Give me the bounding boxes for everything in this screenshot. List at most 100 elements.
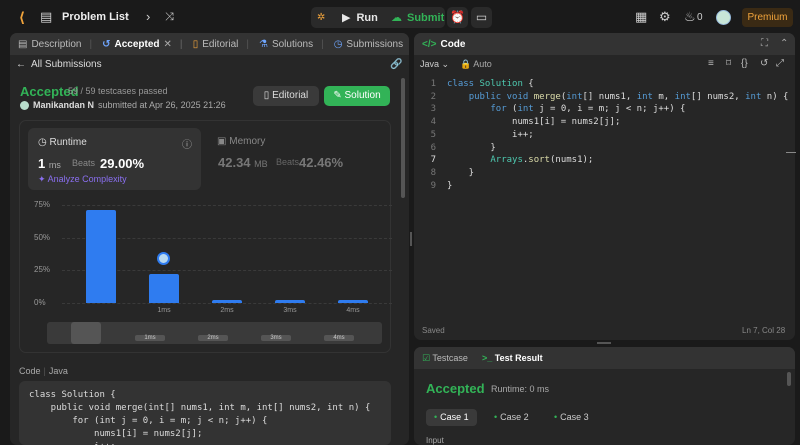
gridline — [62, 303, 392, 304]
streak-count: 0 — [697, 12, 703, 23]
result-panel-scrollbar[interactable] — [787, 372, 791, 386]
collapse-icon[interactable]: ⌃ — [780, 38, 788, 49]
fullscreen-icon[interactable]: ⤢ — [776, 58, 784, 69]
case-tab-1[interactable]: • Case 1 — [426, 409, 477, 426]
author-name[interactable]: Manikandan N — [33, 100, 94, 110]
line-number: 7 — [430, 155, 436, 166]
reset-icon[interactable]: ↺ — [760, 58, 768, 69]
timer-icon[interactable]: ⏰ — [447, 7, 468, 28]
runtime-beats-label: Beats — [72, 158, 96, 168]
streak-fire-icon[interactable]: ♨ — [684, 9, 696, 25]
editor-tab-title[interactable]: Code — [440, 39, 465, 50]
case-tab-3[interactable]: • Case 3 — [546, 409, 597, 426]
tab-test-result[interactable]: >_ Test Result — [482, 353, 543, 363]
grid-menu-icon[interactable]: ▦ — [635, 9, 647, 25]
braces-icon[interactable]: {} — [741, 58, 748, 69]
tab-accepted[interactable]: ↺ Accepted ✕ | — [102, 39, 189, 50]
test-result-panel: ☑ Testcase >_ Test Result Accepted Runti… — [414, 347, 795, 445]
arrow-left-icon: ← — [16, 59, 26, 70]
case-tab-2[interactable]: • Case 2 — [486, 409, 537, 426]
run-label: Run — [356, 11, 378, 24]
auto-mode-label: Auto — [473, 59, 492, 69]
chart-bar[interactable] — [275, 300, 305, 303]
editorial-button[interactable]: ▯ Editorial — [253, 86, 319, 106]
scrubber-label: 2ms — [198, 335, 228, 341]
solution-button[interactable]: ✎ Solution — [324, 86, 390, 106]
line-number: 6 — [430, 142, 436, 153]
problem-list-link[interactable]: Problem List — [62, 11, 129, 23]
leetcode-logo-icon[interactable]: ⟨ — [14, 9, 30, 25]
bookmark-icon[interactable]: ⌑ — [726, 58, 731, 69]
result-tab-bar: ☑ Testcase >_ Test Result — [414, 347, 795, 369]
tab-accepted-label: Accepted — [114, 38, 160, 50]
premium-button[interactable]: Premium — [742, 8, 793, 27]
code-line: class Solution { — [29, 390, 116, 400]
maximize-icon[interactable]: ⛶ — [761, 38, 768, 49]
prev-problem-icon[interactable]: ‹ — [125, 9, 129, 25]
run-button[interactable]: ▶ Run — [334, 7, 386, 28]
panel-layout-icon[interactable]: ▤ — [40, 9, 52, 25]
line-number: 1 — [430, 79, 436, 89]
runtime-unit: ms — [48, 160, 61, 170]
user-avatar[interactable] — [716, 10, 731, 25]
performance-card: ◷ Runtime ⓘ 1 ms Beats 29.00% ✦ Analyze … — [19, 120, 392, 353]
y-tick-label: 50% — [34, 232, 51, 242]
close-tab-icon[interactable]: ✕ — [164, 39, 172, 50]
horizontal-resize-handle[interactable] — [597, 342, 611, 344]
vertical-resize-handle[interactable] — [410, 232, 412, 246]
chart-bar[interactable] — [338, 300, 368, 303]
editor-code-line[interactable]: } — [447, 167, 474, 180]
notes-icon[interactable]: ▭ — [471, 7, 492, 28]
code-language-label: Code | Java — [19, 366, 68, 376]
memory-chip-icon: ▣ — [217, 136, 227, 147]
submit-button[interactable]: ☁ Submit — [385, 7, 445, 28]
tab-editorial[interactable]: ▯ Editorial | — [193, 39, 255, 50]
editor-code-line[interactable]: public void merge(int[] nums1, int m, in… — [447, 91, 789, 104]
tab-submissions[interactable]: ◷ Submissions — [334, 39, 409, 50]
editor-code-line[interactable]: class Solution { — [447, 78, 534, 91]
shuffle-icon[interactable]: ⤨ — [165, 9, 174, 25]
memory-title[interactable]: ▣ Memory — [217, 136, 265, 147]
analyze-complexity-link[interactable]: ✦ Analyze Complexity — [38, 174, 127, 185]
code-editor[interactable]: 1 class Solution {2 public void merge(int… — [414, 78, 795, 308]
editor-code-line[interactable]: i++; — [447, 129, 534, 142]
info-icon[interactable]: ⓘ — [182, 136, 192, 151]
auto-mode-toggle[interactable]: 🔒 Auto — [460, 59, 492, 70]
debug-icon[interactable]: ✲ — [317, 10, 325, 26]
editor-code-line[interactable]: for (int j = 0, i = m; j < n; j++) { — [447, 103, 685, 116]
solution-button-label: Solution — [344, 90, 381, 101]
lock-icon: 🔒 — [460, 59, 472, 69]
tab-submissions-label: Submissions — [346, 38, 404, 50]
chart-bar[interactable] — [212, 300, 242, 303]
chart-bar[interactable] — [149, 274, 179, 303]
language-select[interactable]: Java ⌄ — [420, 59, 449, 70]
next-problem-icon[interactable]: › — [146, 9, 150, 25]
code-line: for (int j = 0, i = m; j < n; j++) { — [29, 416, 268, 426]
all-submissions-link[interactable]: ← All Submissions — [16, 59, 102, 70]
code-editor-panel: </> Code ⛶ ⌃ Java ⌄ 🔒 Auto ≡ ⌑ {} ↺ ⤢ 1 c… — [414, 33, 795, 340]
runtime-box[interactable]: ◷ Runtime ⓘ 1 ms Beats 29.00% ✦ Analyze … — [28, 128, 201, 190]
editor-code-line[interactable]: } — [447, 180, 452, 193]
terminal-icon: >_ — [481, 353, 493, 363]
runtime-title-label: Runtime — [49, 137, 87, 148]
document-icon: ▤ — [18, 38, 28, 50]
tab-testcase-label: Testcase — [432, 352, 468, 363]
tab-solutions[interactable]: ⚗ Solutions | — [259, 39, 330, 50]
editor-code-line[interactable]: nums1[i] = nums2[j]; — [447, 116, 620, 129]
submitted-at: submitted at Apr 26, 2025 21:26 — [98, 100, 226, 110]
tab-testcase[interactable]: ☑ Testcase — [422, 353, 468, 364]
settings-gear-icon[interactable]: ⚙ — [659, 9, 671, 25]
editor-code-line[interactable]: } — [447, 142, 495, 155]
chart-range-scrubber[interactable]: 1ms 2ms 3ms 4ms — [47, 322, 382, 344]
submitted-code-block: class Solution { public void merge(int[]… — [19, 381, 391, 445]
chart-bar[interactable] — [86, 210, 116, 303]
format-icon[interactable]: ≡ — [708, 58, 714, 69]
link-icon[interactable]: 🔗 — [390, 59, 402, 70]
submission-author-row: Manikandan N submitted at Apr 26, 2025 2… — [20, 100, 226, 110]
editorial-button-label: Editorial — [272, 90, 309, 101]
left-panel-scrollbar[interactable] — [401, 78, 405, 198]
your-submission-marker[interactable] — [157, 252, 170, 266]
editor-code-line[interactable]: Arrays.sort(nums1); — [447, 154, 593, 167]
tab-description[interactable]: ▤ Description | — [18, 39, 98, 50]
scrubber-handle[interactable] — [71, 322, 101, 344]
